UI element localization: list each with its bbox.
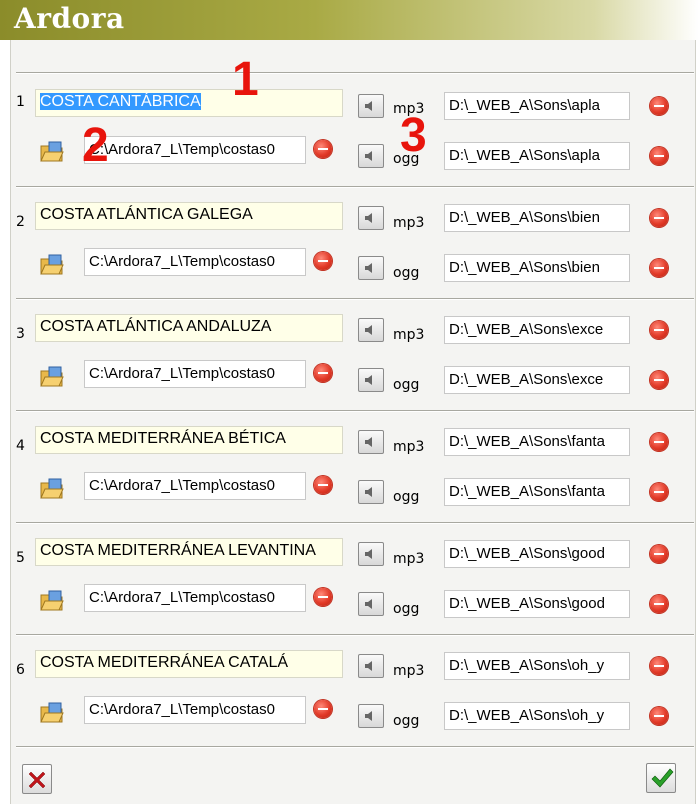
remove-icon[interactable] xyxy=(314,588,332,606)
row-number: 3 xyxy=(16,326,25,342)
remove-icon[interactable] xyxy=(650,97,668,115)
ogg-path-input[interactable]: D:\_WEB_A\Sons\fanta xyxy=(444,478,630,506)
label-input[interactable]: COSTA MEDITERRÁNEA CATALÁ xyxy=(35,650,343,678)
separator xyxy=(16,72,694,74)
remove-icon[interactable] xyxy=(650,321,668,339)
separator xyxy=(16,186,694,188)
format-label: mp3 xyxy=(393,327,425,343)
remove-icon[interactable] xyxy=(650,483,668,501)
remove-icon[interactable] xyxy=(650,209,668,227)
speaker-icon[interactable] xyxy=(358,206,384,230)
remove-icon[interactable] xyxy=(650,545,668,563)
ogg-path-input[interactable]: D:\_WEB_A\Sons\exce xyxy=(444,366,630,394)
speaker-icon[interactable] xyxy=(358,256,384,280)
source-path-input[interactable]: C:\Ardora7_L\Temp\costas0 xyxy=(84,584,306,612)
source-path-input[interactable]: C:\Ardora7_L\Temp\costas0 xyxy=(84,136,306,164)
speaker-icon[interactable] xyxy=(358,704,384,728)
format-label: mp3 xyxy=(393,439,425,455)
speaker-icon[interactable] xyxy=(358,368,384,392)
remove-icon[interactable] xyxy=(650,433,668,451)
row-number: 2 xyxy=(16,214,25,230)
annotation-3: 3 xyxy=(400,109,427,162)
format-label: mp3 xyxy=(393,215,425,231)
speaker-icon[interactable] xyxy=(358,592,384,616)
label-input[interactable]: COSTA MEDITERRÁNEA BÉTICA xyxy=(35,426,343,454)
selected-text: COSTA CANTÁBRICA xyxy=(40,93,201,110)
folder-open-icon[interactable] xyxy=(39,477,65,501)
speaker-icon[interactable] xyxy=(358,144,384,168)
folder-open-icon[interactable] xyxy=(39,140,65,164)
format-label: ogg xyxy=(393,489,420,505)
ogg-path-input[interactable]: D:\_WEB_A\Sons\bien xyxy=(444,254,630,282)
format-label: mp3 xyxy=(393,663,425,679)
mp3-path-input[interactable]: D:\_WEB_A\Sons\exce xyxy=(444,316,630,344)
mp3-path-input[interactable]: D:\_WEB_A\Sons\bien xyxy=(444,204,630,232)
format-label: ogg xyxy=(393,713,420,729)
ogg-path-input[interactable]: D:\_WEB_A\Sons\oh_y xyxy=(444,702,630,730)
remove-icon[interactable] xyxy=(650,595,668,613)
remove-icon[interactable] xyxy=(314,476,332,494)
speaker-icon[interactable] xyxy=(358,480,384,504)
remove-icon[interactable] xyxy=(314,252,332,270)
ok-check-icon xyxy=(651,768,674,788)
format-label: ogg xyxy=(393,265,420,281)
mp3-path-input[interactable]: D:\_WEB_A\Sons\good xyxy=(444,540,630,568)
row-number: 1 xyxy=(16,94,25,110)
separator xyxy=(16,298,694,300)
format-label: ogg xyxy=(393,601,420,617)
mp3-path-input[interactable]: D:\_WEB_A\Sons\oh_y xyxy=(444,652,630,680)
annotation-1: 1 xyxy=(232,53,259,106)
remove-icon[interactable] xyxy=(650,707,668,725)
label-input[interactable]: COSTA CANTÁBRICA xyxy=(35,89,343,117)
row-number: 4 xyxy=(16,438,25,454)
source-path-input[interactable]: C:\Ardora7_L\Temp\costas0 xyxy=(84,248,306,276)
remove-icon[interactable] xyxy=(314,364,332,382)
speaker-icon[interactable] xyxy=(358,318,384,342)
remove-icon[interactable] xyxy=(650,657,668,675)
format-label: mp3 xyxy=(393,551,425,567)
annotation-2: 2 xyxy=(82,119,109,172)
label-input[interactable]: COSTA MEDITERRÁNEA LEVANTINA xyxy=(35,538,343,566)
label-input[interactable]: COSTA ATLÁNTICA GALEGA xyxy=(35,202,343,230)
row-number: 6 xyxy=(16,662,25,678)
remove-icon[interactable] xyxy=(314,140,332,158)
folder-open-icon[interactable] xyxy=(39,589,65,613)
speaker-icon[interactable] xyxy=(358,654,384,678)
remove-icon[interactable] xyxy=(314,700,332,718)
cancel-x-icon xyxy=(28,771,46,789)
cancel-button[interactable] xyxy=(22,764,52,794)
separator xyxy=(16,522,694,524)
folder-open-icon[interactable] xyxy=(39,253,65,277)
ok-button[interactable] xyxy=(646,763,676,793)
folder-open-icon[interactable] xyxy=(39,701,65,725)
format-label: ogg xyxy=(393,377,420,393)
ogg-path-input[interactable]: D:\_WEB_A\Sons\good xyxy=(444,590,630,618)
mp3-path-input[interactable]: D:\_WEB_A\Sons\apla xyxy=(444,92,630,120)
separator xyxy=(16,634,694,636)
remove-icon[interactable] xyxy=(650,259,668,277)
separator xyxy=(16,746,694,748)
ogg-path-input[interactable]: D:\_WEB_A\Sons\apla xyxy=(444,142,630,170)
speaker-icon[interactable] xyxy=(358,430,384,454)
source-path-input[interactable]: C:\Ardora7_L\Temp\costas0 xyxy=(84,696,306,724)
label-input[interactable]: COSTA ATLÁNTICA ANDALUZA xyxy=(35,314,343,342)
remove-icon[interactable] xyxy=(650,147,668,165)
remove-icon[interactable] xyxy=(650,371,668,389)
speaker-icon[interactable] xyxy=(358,542,384,566)
speaker-icon[interactable] xyxy=(358,94,384,118)
source-path-input[interactable]: C:\Ardora7_L\Temp\costas0 xyxy=(84,472,306,500)
window-title: Ardora xyxy=(14,2,125,35)
mp3-path-input[interactable]: D:\_WEB_A\Sons\fanta xyxy=(444,428,630,456)
title-bar: Ardora xyxy=(0,0,699,40)
source-path-input[interactable]: C:\Ardora7_L\Temp\costas0 xyxy=(84,360,306,388)
folder-open-icon[interactable] xyxy=(39,365,65,389)
row-number: 5 xyxy=(16,550,25,566)
separator xyxy=(16,410,694,412)
